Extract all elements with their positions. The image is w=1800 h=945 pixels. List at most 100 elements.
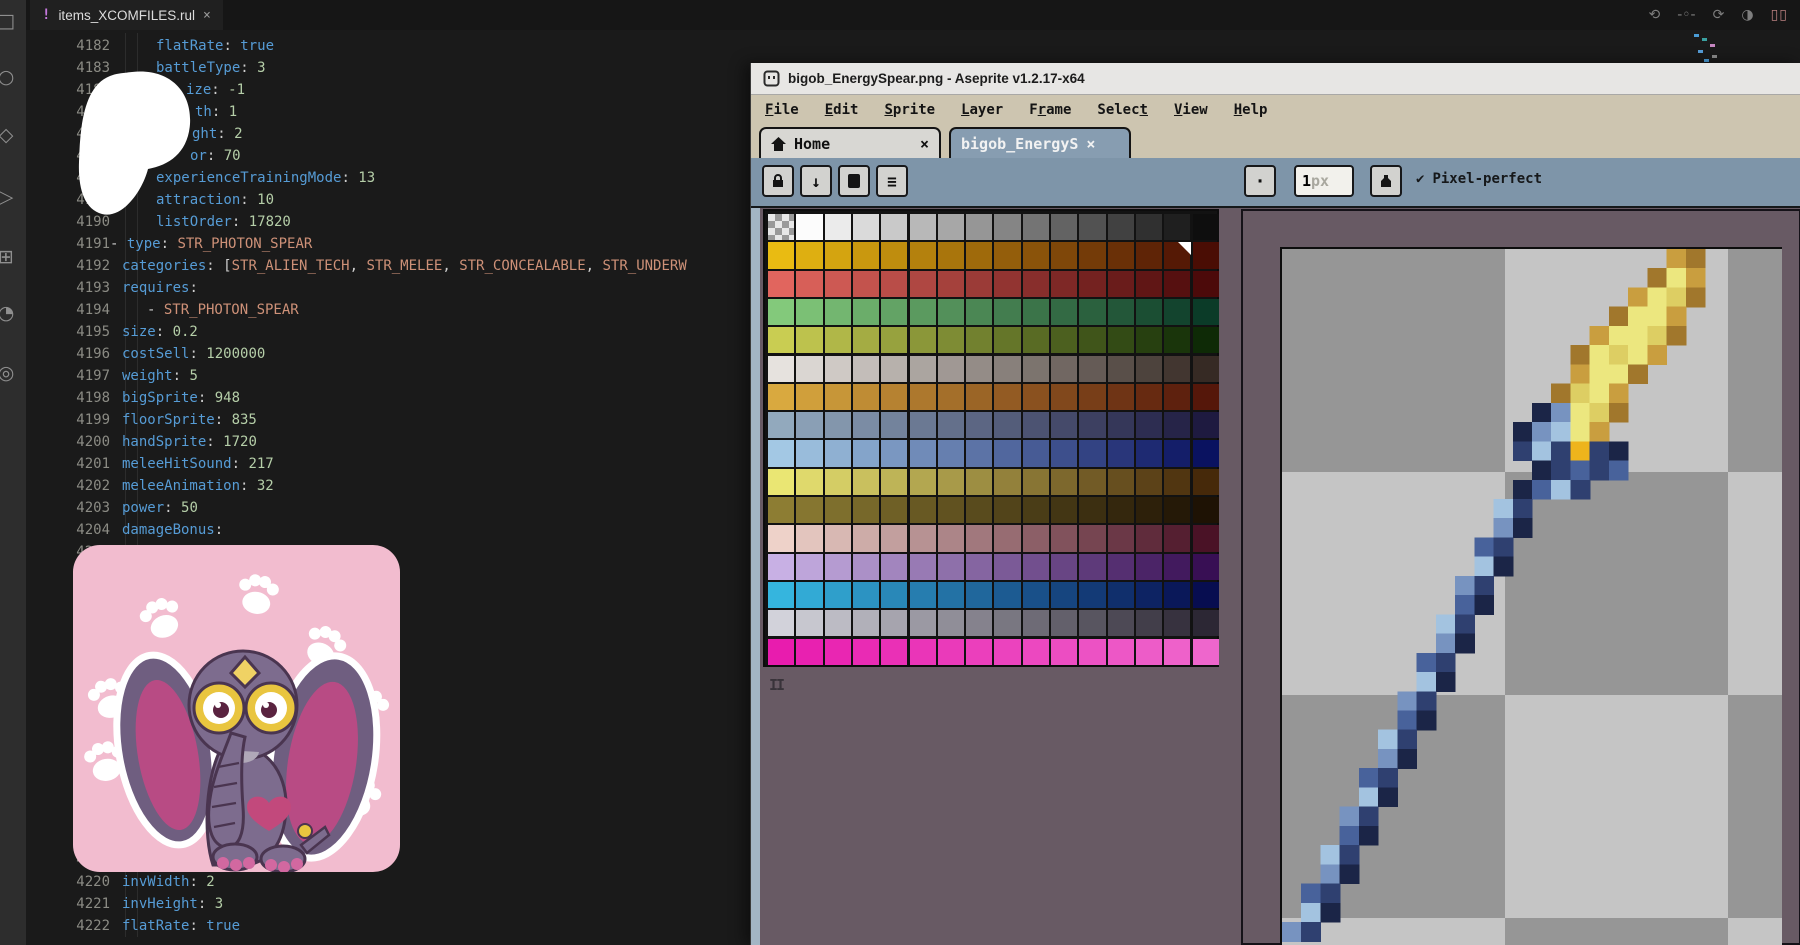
palette-swatch[interactable] [853, 525, 879, 551]
palette-swatch[interactable] [994, 271, 1020, 297]
palette-swatch[interactable] [994, 384, 1020, 410]
palette-swatch[interactable] [1164, 412, 1190, 438]
palette-swatch[interactable] [1108, 214, 1134, 240]
palette-swatch[interactable] [1164, 384, 1190, 410]
palette-swatch[interactable] [796, 554, 822, 580]
palette-swatch[interactable] [1108, 384, 1134, 410]
palette-swatch[interactable] [966, 299, 992, 325]
palette-swatch[interactable] [1051, 327, 1077, 353]
palette-swatch[interactable] [994, 582, 1020, 608]
palette-swatch[interactable] [853, 299, 879, 325]
palette-swatch[interactable] [910, 469, 936, 495]
lock-button[interactable] [762, 165, 794, 197]
palette-swatch[interactable] [1051, 525, 1077, 551]
palette-swatch[interactable] [796, 384, 822, 410]
palette-swatch[interactable] [1164, 271, 1190, 297]
palette-swatch[interactable] [825, 299, 851, 325]
palette-swatch[interactable] [994, 440, 1020, 466]
palette-swatch[interactable] [938, 327, 964, 353]
menu-file[interactable]: File [765, 102, 799, 118]
palette-swatch[interactable] [768, 582, 794, 608]
panel-splitter[interactable] [751, 208, 760, 945]
palette-swatch[interactable] [1136, 356, 1162, 382]
nav-forward-icon[interactable]: ⟳ [1713, 7, 1725, 23]
palette-swatch[interactable] [853, 582, 879, 608]
palette-swatch[interactable] [994, 242, 1020, 268]
palette-swatch[interactable] [1164, 469, 1190, 495]
palette-swatch[interactable] [910, 356, 936, 382]
palette-swatch[interactable] [853, 554, 879, 580]
palette-swatch[interactable] [1079, 610, 1105, 636]
palette-swatch[interactable] [1193, 554, 1219, 580]
palette-swatch[interactable] [1051, 271, 1077, 297]
palette-swatch[interactable] [881, 582, 907, 608]
palette-swatch[interactable] [1079, 271, 1105, 297]
palette-swatch[interactable] [938, 440, 964, 466]
palette-swatch[interactable] [966, 440, 992, 466]
palette-swatch[interactable] [938, 356, 964, 382]
palette-swatch[interactable] [1023, 271, 1049, 297]
palette-swatch[interactable] [768, 440, 794, 466]
menu-help[interactable]: Help [1234, 102, 1268, 118]
palette-swatch[interactable] [1023, 242, 1049, 268]
palette-swatch[interactable] [796, 525, 822, 551]
palette-swatch[interactable] [1079, 497, 1105, 523]
extensions-icon[interactable]: ⊞ [0, 246, 21, 268]
palette-swatch[interactable] [910, 271, 936, 297]
menu-select[interactable]: Select [1097, 102, 1148, 118]
palette-swatch[interactable] [1023, 525, 1049, 551]
palette-swatch[interactable] [825, 440, 851, 466]
explorer-icon[interactable]: □ [0, 10, 21, 32]
palette-swatch[interactable] [994, 554, 1020, 580]
palette-swatch[interactable] [881, 554, 907, 580]
palette-swatch[interactable] [910, 639, 936, 665]
palette-swatch[interactable] [825, 356, 851, 382]
palette-swatch[interactable] [825, 242, 851, 268]
color-palette[interactable] [763, 209, 1219, 667]
palette-swatch[interactable] [910, 610, 936, 636]
palette-swatch[interactable] [1193, 525, 1219, 551]
palette-swatch[interactable] [966, 610, 992, 636]
palette-swatch[interactable] [966, 384, 992, 410]
palette-swatch[interactable] [1108, 554, 1134, 580]
palette-swatch[interactable] [1193, 384, 1219, 410]
palette-swatch[interactable] [1023, 639, 1049, 665]
palette-swatch[interactable] [1108, 356, 1134, 382]
palette-swatch[interactable] [825, 469, 851, 495]
palette-swatch[interactable] [1023, 299, 1049, 325]
scroll-down-button[interactable]: ↓ [800, 165, 832, 197]
palette-swatch[interactable] [938, 497, 964, 523]
palette-swatch[interactable] [966, 525, 992, 551]
palette-swatch[interactable] [1136, 299, 1162, 325]
palette-swatch[interactable] [853, 327, 879, 353]
ink-options-button[interactable] [1370, 165, 1402, 197]
palette-swatch[interactable] [938, 469, 964, 495]
palette-swatch[interactable] [853, 610, 879, 636]
palette-swatch[interactable] [1108, 242, 1134, 268]
palette-swatch[interactable] [768, 356, 794, 382]
palette-swatch[interactable] [1193, 497, 1219, 523]
palette-swatch[interactable] [1079, 582, 1105, 608]
palette-swatch[interactable] [1108, 525, 1134, 551]
palette-swatch[interactable] [1193, 639, 1219, 665]
palette-swatch[interactable] [1023, 610, 1049, 636]
palette-swatch[interactable] [1108, 327, 1134, 353]
palette-swatch[interactable] [768, 525, 794, 551]
palette-swatch[interactable] [1079, 525, 1105, 551]
palette-swatch[interactable] [825, 554, 851, 580]
palette-swatch[interactable] [938, 412, 964, 438]
palette-swatch[interactable] [796, 469, 822, 495]
palette-swatch[interactable] [796, 497, 822, 523]
palette-swatch[interactable] [1079, 299, 1105, 325]
palette-swatch[interactable] [1051, 440, 1077, 466]
nav-back-icon[interactable]: ⟲ [1649, 7, 1661, 23]
pixel-perfect-toggle[interactable]: ✔ Pixel-perfect [1416, 171, 1542, 187]
palette-swatch[interactable] [768, 469, 794, 495]
palette-swatch[interactable] [1193, 356, 1219, 382]
palette-swatch[interactable] [768, 242, 794, 268]
palette-swatch[interactable] [825, 582, 851, 608]
palette-swatch[interactable] [1193, 327, 1219, 353]
palette-swatch[interactable] [1193, 299, 1219, 325]
aseprite-titlebar[interactable]: bigob_EnergySpear.png - Aseprite v1.2.17… [751, 63, 1800, 95]
palette-swatch[interactable] [1051, 554, 1077, 580]
